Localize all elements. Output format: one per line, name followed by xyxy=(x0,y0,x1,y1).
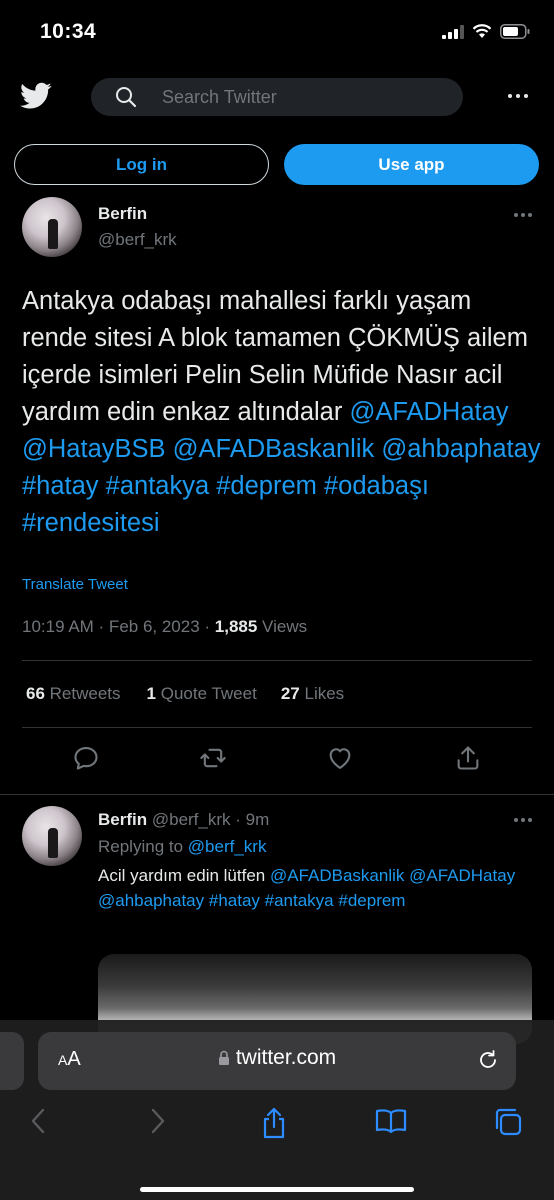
safari-toolbar: AA twitter.com xyxy=(0,1020,554,1200)
more-menu-icon[interactable] xyxy=(508,94,528,98)
divider xyxy=(22,727,532,728)
mention-link[interactable]: @ahbaphatay xyxy=(98,891,204,910)
avatar[interactable] xyxy=(22,197,82,257)
replying-to-link[interactable]: @berf_krk xyxy=(188,837,267,856)
translate-tweet-link[interactable]: Translate Tweet xyxy=(22,576,128,593)
twitter-bird-icon[interactable] xyxy=(20,82,52,110)
mention-link[interactable]: @ahbaphatay xyxy=(381,435,540,463)
battery-icon xyxy=(500,24,530,39)
quote-tweets-stat[interactable]: 1 Quote Tweet xyxy=(147,684,257,704)
address-bar[interactable]: AA twitter.com xyxy=(38,1032,516,1090)
mention-link[interactable]: @HatayBSB xyxy=(22,435,166,463)
ios-status-bar: 10:34 xyxy=(0,0,554,62)
reply-avatar[interactable] xyxy=(22,806,82,866)
hashtag-link[interactable]: #deprem xyxy=(338,891,405,910)
tweet-actions xyxy=(0,744,554,780)
like-icon[interactable] xyxy=(326,744,354,772)
url-display[interactable]: twitter.com xyxy=(38,1046,516,1070)
hashtag-link[interactable]: #hatay xyxy=(209,891,260,910)
author-handle[interactable]: @berf_krk xyxy=(98,230,177,250)
replying-to: Replying to @berf_krk xyxy=(98,837,267,856)
forward-icon[interactable] xyxy=(146,1106,168,1136)
status-time: 10:34 xyxy=(40,20,97,43)
tweet-meta: 10:19 AM · Feb 6, 2023 · 1,885 Views xyxy=(22,617,307,637)
search-input[interactable]: Search Twitter xyxy=(91,78,463,116)
hashtag-link[interactable]: #odabaşı xyxy=(324,472,429,500)
login-button[interactable]: Log in xyxy=(14,144,269,185)
share-icon[interactable] xyxy=(454,744,482,772)
signal-icon xyxy=(442,24,464,39)
hashtag-link[interactable]: #antakya xyxy=(265,891,334,910)
twitter-header: Search Twitter xyxy=(0,72,554,124)
mention-link[interactable]: @AFADBaskanlik xyxy=(270,866,404,885)
reply-text: Acil yardım edin lütfen @AFADBaskanlik @… xyxy=(98,866,516,910)
search-placeholder: Search Twitter xyxy=(162,87,277,107)
previous-tab-preview[interactable] xyxy=(0,1032,24,1090)
mention-link[interactable]: @AFADHatay xyxy=(409,866,515,885)
views-count: 1,885 xyxy=(214,617,258,636)
likes-stat[interactable]: 27 Likes xyxy=(281,684,344,704)
back-icon[interactable] xyxy=(28,1106,50,1136)
safari-tools xyxy=(0,1106,554,1146)
views-label: Views xyxy=(257,617,308,636)
hashtag-link[interactable]: #hatay xyxy=(22,472,99,500)
search-icon xyxy=(116,87,137,108)
reply-icon[interactable] xyxy=(72,744,100,772)
reload-icon[interactable] xyxy=(476,1048,500,1072)
divider xyxy=(22,660,532,661)
use-app-button[interactable]: Use app xyxy=(284,144,539,185)
reply-header: Berfin @berf_krk · 9m xyxy=(98,810,269,830)
reply-author-handle[interactable]: @berf_krk · 9m xyxy=(152,810,269,829)
home-indicator xyxy=(140,1187,414,1192)
wifi-icon xyxy=(472,24,492,38)
status-icons xyxy=(442,24,530,39)
mention-link[interactable]: @AFADBaskanlik xyxy=(173,435,375,463)
reply-more-icon[interactable] xyxy=(514,818,532,822)
lock-icon xyxy=(218,1051,229,1066)
retweets-stat[interactable]: 66 Retweets xyxy=(26,684,121,704)
twitter-mobile-page: 10:34 Search Twitter Log in Use app Berf… xyxy=(0,0,554,1200)
hashtag-link[interactable]: #rendesitesi xyxy=(22,509,160,537)
tweet-timestamp[interactable]: 10:19 AM · Feb 6, 2023 · xyxy=(22,617,215,636)
share-sheet-icon[interactable] xyxy=(260,1106,288,1140)
hashtag-link[interactable]: #deprem xyxy=(216,472,317,500)
tweet-text: Antakya odabaşı mahallesi farklı yaşam r… xyxy=(22,283,542,542)
reply-author-name[interactable]: Berfin xyxy=(98,810,147,829)
author-name[interactable]: Berfin xyxy=(98,204,147,224)
hashtag-link[interactable]: #antakya xyxy=(106,472,210,500)
bookmarks-icon[interactable] xyxy=(374,1106,408,1136)
mention-link[interactable]: @AFADHatay xyxy=(349,398,508,426)
tweet-more-icon[interactable] xyxy=(514,213,532,217)
retweet-icon[interactable] xyxy=(199,744,227,772)
tabs-icon[interactable] xyxy=(492,1106,524,1138)
section-divider xyxy=(0,794,554,795)
tweet-stats: 66 Retweets 1 Quote Tweet 27 Likes xyxy=(26,684,344,704)
